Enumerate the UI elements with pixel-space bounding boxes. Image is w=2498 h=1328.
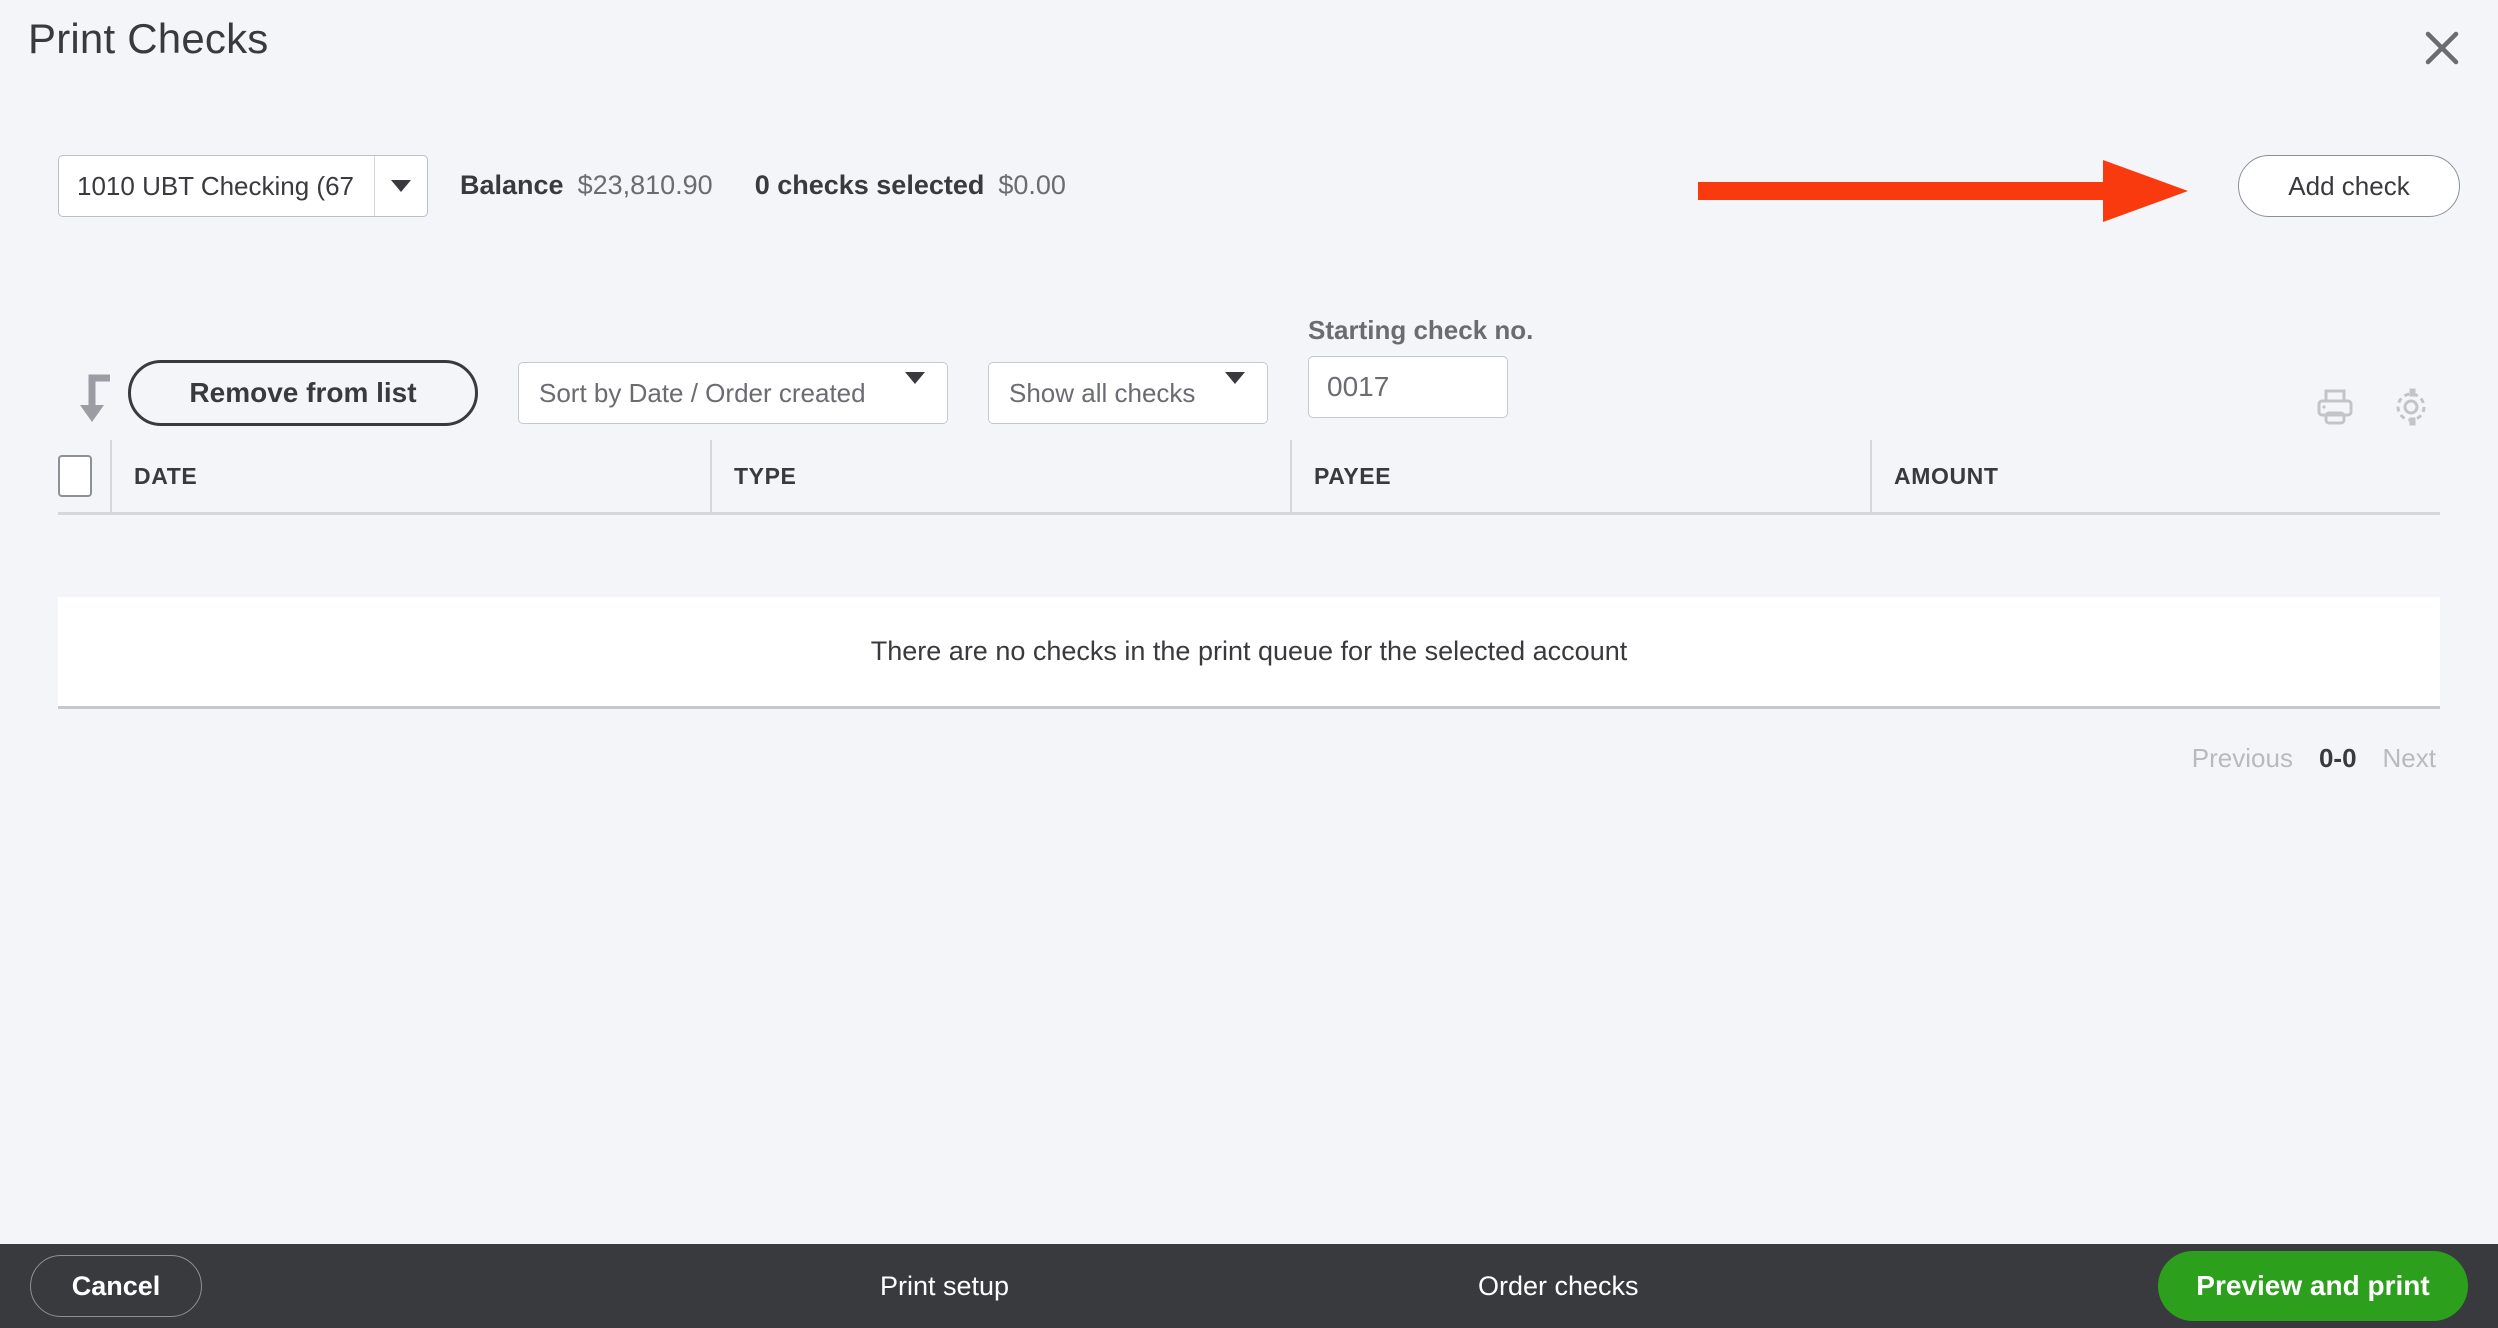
balance-value: $23,810.90 bbox=[577, 170, 713, 200]
checks-selected-label: 0 checks selected bbox=[754, 170, 985, 200]
starting-check-no-group: Starting check no. bbox=[1308, 315, 1533, 418]
empty-state-message: There are no checks in the print queue f… bbox=[870, 636, 1628, 666]
remove-from-list-button[interactable]: Remove from list bbox=[128, 360, 478, 426]
pagination-range: 0-0 bbox=[2318, 743, 2357, 773]
table-header-row: DATE TYPE PAYEE AMOUNT bbox=[58, 440, 2440, 515]
red-arrow-right bbox=[1698, 160, 2188, 222]
empty-state-card: There are no checks in the print queue f… bbox=[58, 597, 2440, 709]
checks-table: DATE TYPE PAYEE AMOUNT There are no chec… bbox=[58, 440, 2440, 774]
show-checks-dropdown[interactable]: Show all checks bbox=[988, 362, 1268, 424]
cancel-label: Cancel bbox=[71, 1270, 161, 1301]
column-header-date[interactable]: DATE bbox=[110, 440, 710, 512]
gear-icon[interactable] bbox=[2392, 388, 2430, 431]
printer-icon[interactable] bbox=[2316, 388, 2354, 431]
page-title: Print Checks bbox=[28, 15, 269, 62]
add-check-label: Add check bbox=[2288, 170, 2410, 201]
cancel-button[interactable]: Cancel bbox=[30, 1255, 202, 1317]
chevron-down-icon[interactable] bbox=[374, 156, 427, 216]
select-all-checkbox-cell bbox=[58, 440, 110, 512]
balance-summary: Balance $23,810.90 0 checks selected $0.… bbox=[460, 170, 1066, 201]
order-checks-link[interactable]: Order checks bbox=[1478, 1271, 1639, 1302]
account-select[interactable]: 1010 UBT Checking (67 bbox=[58, 155, 428, 217]
add-check-button[interactable]: Add check bbox=[2238, 155, 2460, 217]
column-header-amount[interactable]: AMOUNT bbox=[1870, 440, 2440, 512]
pagination: Previous 0-0 Next bbox=[58, 743, 2440, 774]
chevron-down-icon bbox=[1215, 372, 1267, 402]
sort-by-value: Sort by Date / Order created bbox=[539, 377, 866, 408]
column-header-payee[interactable]: PAYEE bbox=[1290, 440, 1870, 512]
footer-bar: Cancel Print setup Order checks Preview … bbox=[0, 1244, 2498, 1328]
pagination-previous[interactable]: Previous bbox=[2192, 743, 2293, 774]
show-checks-value: Show all checks bbox=[1009, 377, 1196, 408]
table-tool-icons bbox=[2316, 388, 2430, 431]
sort-by-dropdown[interactable]: Sort by Date / Order created bbox=[518, 362, 948, 424]
print-checks-dialog: Print Checks 1010 UBT Checking (67 Balan… bbox=[0, 0, 2498, 1328]
starting-check-no-input[interactable] bbox=[1308, 356, 1508, 418]
account-select-value: 1010 UBT Checking (67 bbox=[77, 170, 355, 201]
remove-from-list-label: Remove from list bbox=[189, 377, 417, 408]
chevron-down-icon bbox=[895, 372, 947, 402]
balance-label: Balance bbox=[460, 170, 564, 200]
arrow-turn-down-icon bbox=[76, 372, 118, 424]
starting-check-no-label: Starting check no. bbox=[1308, 315, 1534, 345]
select-all-checkbox[interactable] bbox=[58, 455, 92, 497]
checks-selected-value: $0.00 bbox=[998, 170, 1066, 200]
pagination-next[interactable]: Next bbox=[2383, 743, 2436, 774]
close-icon[interactable] bbox=[2416, 22, 2468, 74]
preview-and-print-button[interactable]: Preview and print bbox=[2158, 1251, 2468, 1321]
print-setup-link[interactable]: Print setup bbox=[880, 1271, 1009, 1302]
preview-and-print-label: Preview and print bbox=[2196, 1270, 2430, 1301]
column-header-type[interactable]: TYPE bbox=[710, 440, 1290, 512]
